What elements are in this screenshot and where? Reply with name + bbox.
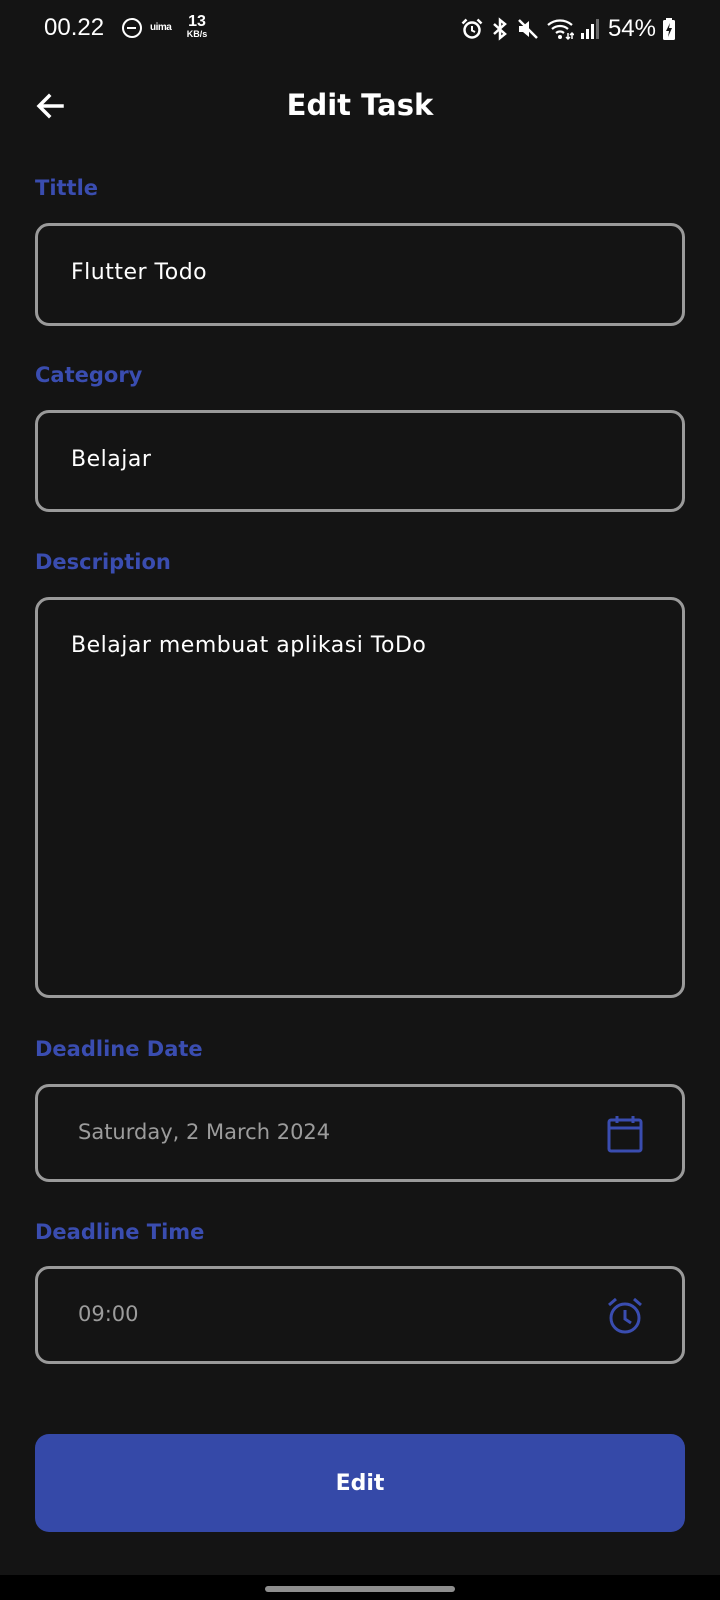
network-speed: 13 KB/s: [182, 14, 212, 39]
status-time: 00.22: [44, 14, 105, 41]
description-field[interactable]: Belajar membuat aplikasi ToDo: [35, 597, 685, 998]
alarm-clock-icon[interactable]: [606, 1296, 644, 1336]
deadline-time-label: Deadline Time: [35, 1220, 205, 1244]
network-speed-value: 13: [188, 13, 206, 30]
network-speed-unit: KB/s: [186, 29, 208, 39]
description-field-value: Belajar membuat aplikasi ToDo: [71, 633, 427, 658]
mute-icon: [518, 19, 538, 39]
status-icons: 54%: [460, 14, 676, 44]
title-label: Tittle: [35, 176, 99, 200]
description-label: Description: [35, 550, 171, 574]
edit-button[interactable]: Edit: [35, 1434, 685, 1532]
alarm-icon: [461, 18, 483, 39]
battery-percent: 54%: [607, 15, 656, 42]
page-title: Edit Task: [286, 88, 434, 122]
deadline-date-field[interactable]: Saturday, 2 March 2024: [35, 1084, 685, 1182]
battery-charging-icon: [663, 18, 675, 40]
navigation-bar: [0, 1575, 720, 1600]
category-field-value: Belajar: [71, 447, 152, 472]
bluetooth-icon: [493, 17, 507, 41]
carrier-icon: uima: [150, 22, 172, 33]
deadline-date-value: Saturday, 2 March 2024: [78, 1120, 331, 1144]
calendar-icon[interactable]: [606, 1114, 644, 1154]
category-label: Category: [35, 363, 143, 387]
deadline-time-value: 09:00: [78, 1302, 139, 1326]
signal-icon: [580, 19, 599, 39]
deadline-date-label: Deadline Date: [35, 1037, 203, 1061]
category-field[interactable]: Belajar: [35, 410, 685, 512]
app-bar: Edit Task: [0, 70, 720, 140]
title-field[interactable]: Flutter Todo: [35, 223, 685, 326]
wifi-icon: [547, 19, 574, 41]
dnd-icon: [122, 18, 142, 38]
status-bar: 00.22 uima 13 KB/s 54%: [0, 0, 720, 60]
title-field-value: Flutter Todo: [71, 260, 208, 285]
deadline-time-field[interactable]: 09:00: [35, 1266, 685, 1364]
home-gesture-handle[interactable]: [265, 1586, 455, 1592]
